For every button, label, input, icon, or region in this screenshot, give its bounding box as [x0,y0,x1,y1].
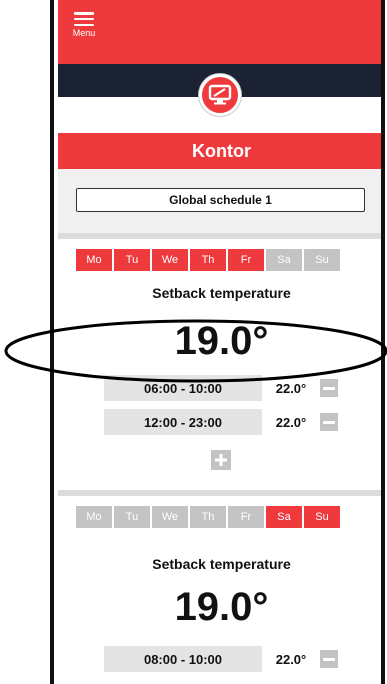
minus-icon [323,386,335,390]
slot-temperature[interactable]: 22.0° [262,381,320,396]
schedule-area: Global schedule 1 [58,169,381,233]
hamburger-icon [74,12,94,27]
monitor-icon[interactable] [199,74,241,116]
phone-frame: Menu Kontor Global schedule 1 Mo Tu We T… [50,0,385,684]
slot-time[interactable]: 12:00 - 23:00 [104,409,262,435]
day-tu-toggle[interactable]: Tu [114,506,150,528]
slot-temperature[interactable]: 22.0° [262,415,320,430]
day-mo-toggle[interactable]: Mo [76,249,112,271]
minus-icon [323,420,335,424]
setback-temperature[interactable]: 19.0° [58,319,381,364]
day-tu-toggle[interactable]: Tu [114,249,150,271]
day-sa-toggle[interactable]: Sa [266,249,302,271]
app-screen: Menu Kontor Global schedule 1 Mo Tu We T… [58,0,381,684]
remove-slot-button[interactable] [320,413,338,431]
slot-time[interactable]: 08:00 - 10:00 [104,646,262,672]
day-fr-toggle[interactable]: Fr [228,249,264,271]
day-su-toggle[interactable]: Su [304,506,340,528]
slot-temperature[interactable]: 22.0° [262,652,320,667]
menu-label: Menu [72,28,96,38]
day-selector: Mo Tu We Th Fr Sa Su [76,249,342,271]
day-selector: Mo Tu We Th Fr Sa Su [76,506,342,528]
schedule-section-weekend: Mo Tu We Th Fr Sa Su Setback temperature… [58,496,381,684]
day-sa-toggle[interactable]: Sa [266,506,302,528]
add-slot-button[interactable] [211,450,231,470]
slot-time[interactable]: 06:00 - 10:00 [104,375,262,401]
schedule-select[interactable]: Global schedule 1 [76,188,365,212]
room-title: Kontor [58,133,381,169]
day-su-toggle[interactable]: Su [304,249,340,271]
plus-icon [215,454,227,466]
setback-label: Setback temperature [152,556,291,572]
minus-icon [323,657,335,661]
schedule-section-weekdays: Mo Tu We Th Fr Sa Su Setback temperature… [58,239,381,490]
top-bar: Menu [58,0,381,64]
day-we-toggle[interactable]: We [152,506,188,528]
time-slot: 12:00 - 23:00 22.0° [104,409,338,435]
day-th-toggle[interactable]: Th [190,506,226,528]
setback-temperature[interactable]: 19.0° [58,585,381,630]
day-we-toggle[interactable]: We [152,249,188,271]
day-th-toggle[interactable]: Th [190,249,226,271]
remove-slot-button[interactable] [320,379,338,397]
time-slot: 06:00 - 10:00 22.0° [104,375,338,401]
menu-button[interactable]: Menu [70,12,98,52]
remove-slot-button[interactable] [320,650,338,668]
time-slot: 08:00 - 10:00 22.0° [104,646,338,672]
setback-label: Setback temperature [152,285,291,301]
day-fr-toggle[interactable]: Fr [228,506,264,528]
day-mo-toggle[interactable]: Mo [76,506,112,528]
